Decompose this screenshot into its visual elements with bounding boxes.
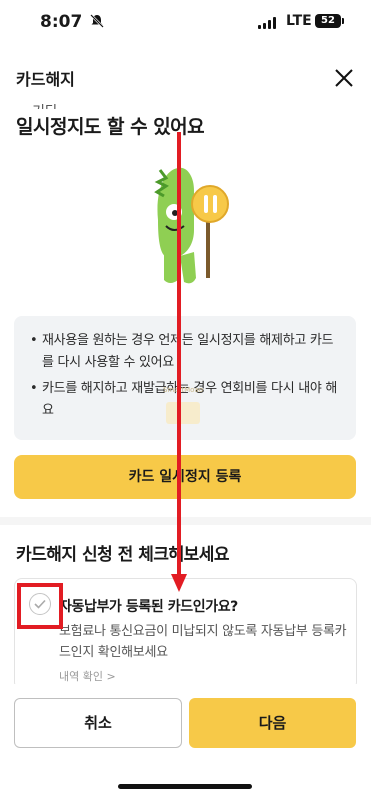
cancel-button[interactable]: 취소 — [14, 698, 182, 748]
mute-bell-icon — [90, 14, 104, 32]
network-type: LTE — [286, 13, 312, 29]
check-item-question: 자동납부가 등록된 카드인가요? — [59, 599, 238, 615]
status-bar: 8:07 LTE 52 — [0, 0, 371, 46]
battery-tip — [342, 18, 344, 24]
close-icon[interactable] — [332, 66, 356, 90]
status-time: 8:07 — [40, 12, 83, 32]
watermark-box — [166, 402, 200, 424]
view-details-link[interactable]: 내역 확인 > — [59, 668, 116, 684]
bottom-action-bar: 취소 다음 — [0, 684, 371, 800]
annotation-highlight-box — [17, 583, 63, 629]
cell-signal-icon — [258, 17, 278, 29]
checklist-title: 카드해지 신청 전 체크해보세요 — [16, 545, 230, 565]
clipped-text: ~ 기타. — [16, 101, 62, 109]
home-indicator — [118, 784, 252, 789]
battery-icon: 52 — [315, 14, 341, 28]
section-divider — [0, 517, 371, 525]
info-item: 재사용을 원하는 경우 언제든 일시정지를 해제하고 카드를 다시 사용할 수 … — [30, 330, 340, 374]
card-pause-button[interactable]: 카드 일시정지 등록 — [14, 455, 356, 499]
check-item-description: 보험료나 통신요금이 미납되지 않도록 자동납부 등록카드인지 확인해보세요 — [59, 624, 347, 660]
next-button[interactable]: 다음 — [189, 698, 356, 748]
watermark-logo: SmartMoao — [156, 380, 210, 430]
watermark-text: SmartMoao — [162, 386, 204, 394]
character-illustration — [150, 160, 230, 290]
app-bar: 카드해지 — [0, 46, 371, 106]
check-item-card[interactable]: 자동납부가 등록된 카드인가요? 보험료나 통신요금이 미납되지 않도록 자동납… — [14, 578, 357, 690]
hero-headline: 일시정지도 할 수 있어요 — [16, 116, 205, 138]
page-title: 카드해지 — [16, 70, 75, 89]
